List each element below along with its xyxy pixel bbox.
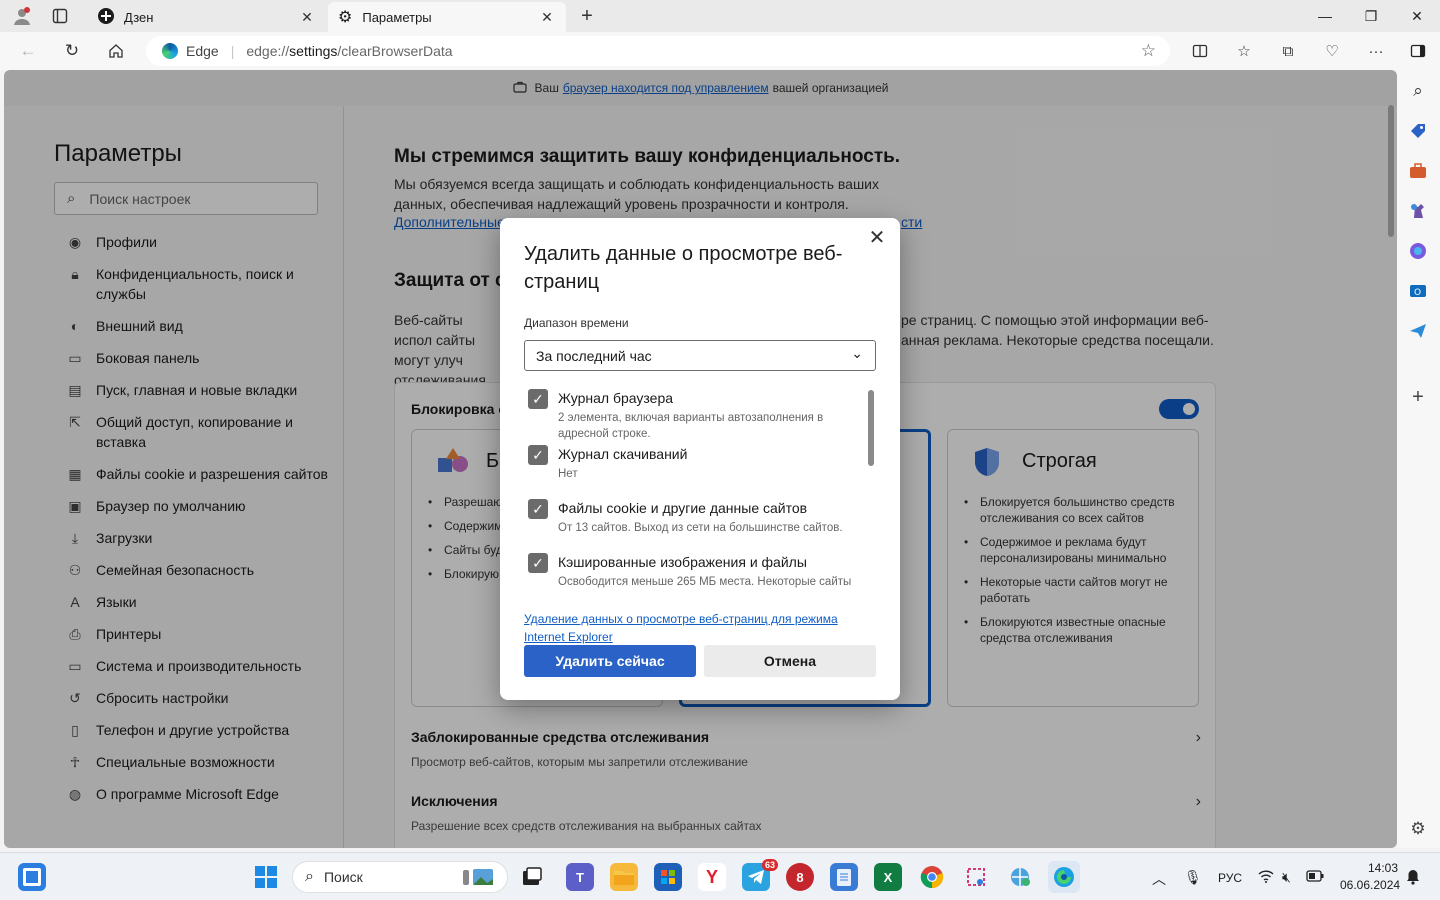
clear-now-button[interactable]: Удалить сейчас [524,645,696,677]
checkmark-icon[interactable]: ✓ [528,389,548,409]
ie-mode-link[interactable]: Удаление данных о просмотре веб-страниц … [524,610,874,646]
taskbar-search-input[interactable]: ⌕ Поиск [292,861,508,893]
games-icon[interactable] [1407,200,1429,222]
close-tab-icon[interactable]: ✕ [298,9,316,26]
checkbox-desc: Нет [558,468,578,480]
browser-essentials-icon[interactable]: ♡ [1318,38,1346,64]
send-icon[interactable] [1407,320,1429,342]
restore-icon[interactable]: ❐ [1348,0,1394,32]
dialog-title: Удалить данные о просмотре веб-страниц [524,243,843,293]
store-icon[interactable] [654,863,682,891]
snipping-tool-icon[interactable] [962,863,990,891]
edge-taskbar-icon[interactable] [1048,861,1080,893]
clock-time[interactable]: 14:03 [1368,861,1398,875]
split-screen-icon[interactable] [1186,38,1214,64]
refresh-icon[interactable]: ↻ [58,38,86,64]
keyboard-language[interactable]: РУС [1218,871,1242,885]
back-arrow-icon[interactable]: ← [14,38,42,64]
time-range-label: Диапазон времени [524,316,629,330]
plus-circle-icon [98,7,114,27]
microphone-icon[interactable]: 🎙︎ [1184,869,1202,886]
home-icon[interactable] [102,38,130,64]
time-range-select[interactable]: За последний час ⌄ [524,340,876,371]
checkmark-icon[interactable]: ✓ [528,499,548,519]
add-icon[interactable]: + [1407,386,1429,408]
collections-icon[interactable]: ⧉ [1274,38,1302,64]
data-type-list: ✓ Журнал браузера 2 элемента, включая ва… [524,386,864,600]
title-bar: Дзен ✕ ⚙ Параметры ✕ + — ❐ ✕ [0,0,1440,32]
task-view-icon[interactable] [518,863,546,891]
search-highlight-icon [461,867,495,890]
checkbox-desc: Освободится меньше 265 МБ места. Некотор… [558,576,852,588]
checkbox-title: Кэшированные изображения и файлы [558,554,807,570]
checkbox-title: Журнал браузера [558,390,674,406]
widgets-icon[interactable] [18,863,46,891]
minimize-icon[interactable]: — [1302,0,1348,32]
gear-icon[interactable]: ⚙ [1407,818,1429,840]
favorite-star-icon[interactable]: ☆ [1141,41,1156,61]
dialog-scrollbar[interactable] [868,390,874,466]
cancel-button[interactable]: Отмена [704,645,876,677]
time-range-value: За последний час [536,347,652,364]
app-8-icon[interactable]: 8 [786,863,814,891]
close-window-icon[interactable]: ✕ [1394,0,1440,32]
notification-badge: 63 [761,859,778,871]
new-tab-icon[interactable]: + [575,4,599,28]
checkbox-title: Журнал скачиваний [558,446,688,462]
wifi-icon[interactable] [1258,869,1274,886]
excel-icon[interactable]: X [874,863,902,891]
chevron-down-icon: ⌄ [851,345,863,361]
telegram-icon[interactable]: 63 [742,859,778,891]
taskbar: ⌕ Поиск T Y 63 8 X ︿ 🎙︎ РУС 🔇︎ 14:03 06.… [0,852,1440,900]
shopping-tag-icon[interactable] [1407,120,1429,142]
teams-icon[interactable]: T [566,863,594,891]
url-host: edge:// [246,43,290,59]
checkbox-title: Файлы cookie и другие данные сайтов [558,500,808,516]
gear-icon: ⚙ [338,9,353,26]
outlook-icon[interactable]: O [1407,280,1429,302]
checkbox-desc: 2 элемента, включая варианты автозаполне… [558,412,824,440]
svg-text:O: O [1414,288,1421,298]
battery-icon[interactable] [1306,869,1324,885]
close-icon[interactable]: ✕ [864,224,890,250]
tab-dzen[interactable]: Дзен ✕ [88,2,326,32]
close-tab-icon[interactable]: ✕ [538,9,556,26]
site-label: Edge [186,43,219,59]
tab-actions-icon[interactable] [48,4,72,28]
notification-bell-icon[interactable] [1406,869,1420,888]
tools-icon[interactable] [1407,160,1429,182]
more-menu-icon[interactable]: ··· [1362,38,1390,64]
network-app-icon[interactable] [1006,863,1034,891]
url-rest: /clearBrowserData [337,43,453,59]
clear-data-dialog: Удалить данные о просмотре веб-страниц ✕… [500,218,900,700]
checkbox-desc: От 13 сайтов. Выход из сети на большинст… [558,522,843,534]
yandex-browser-icon[interactable]: Y [698,863,726,891]
tab-settings[interactable]: ⚙ Параметры ✕ [328,2,566,32]
tab-title: Параметры [362,9,432,25]
url-path: settings [289,43,338,59]
taskbar-search-label: Поиск [323,869,363,885]
divider: | [230,43,235,59]
start-icon[interactable] [252,863,280,891]
copilot-icon[interactable] [1407,240,1429,262]
favorites-icon[interactable]: ☆ [1230,38,1258,64]
tab-title: Дзен [124,9,154,25]
profile-avatar-icon[interactable] [10,4,34,28]
chrome-icon[interactable] [918,863,946,891]
chevron-up-icon[interactable]: ︿ [1152,869,1166,889]
address-bar: ← ↻ Edge | edge://settings/clearBrowserD… [0,32,1440,70]
checkmark-icon[interactable]: ✓ [528,445,548,465]
notepad-icon[interactable] [830,863,858,891]
clock-date[interactable]: 06.06.2024 [1340,878,1400,892]
checkmark-icon[interactable]: ✓ [528,553,548,573]
edge-logo-icon [162,43,178,59]
page-scrollbar[interactable] [1388,105,1394,237]
edge-sidebar: ⌕ O + ⚙ [1397,70,1440,848]
file-explorer-icon[interactable] [610,863,638,891]
sidebar-toggle-icon[interactable] [1404,38,1432,64]
search-icon: ⌕ [305,868,314,885]
volume-muted-icon[interactable]: 🔇︎ [1282,869,1291,886]
search-icon[interactable]: ⌕ [1407,80,1429,102]
url-input[interactable]: Edge | edge://settings/clearBrowserData … [146,36,1170,66]
